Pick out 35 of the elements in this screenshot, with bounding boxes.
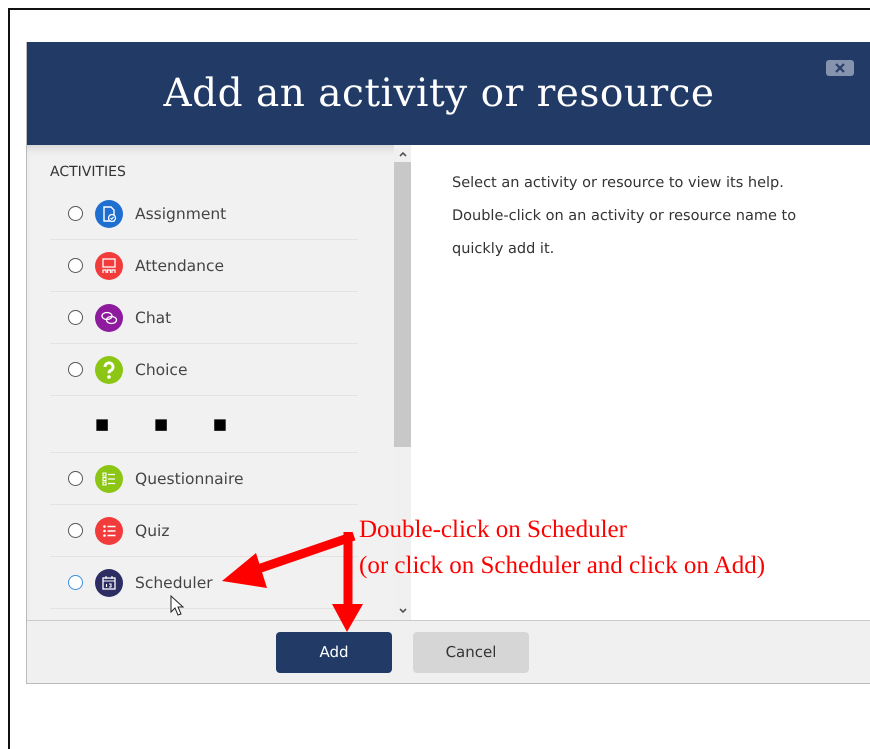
activity-label: Assignment (135, 204, 226, 222)
cancel-button[interactable]: Cancel (413, 632, 529, 672)
activity-label: Scheduler (135, 574, 213, 592)
close-icon (834, 63, 846, 73)
dialog-title: Add an activity or resource (162, 71, 716, 116)
radio-button[interactable] (68, 575, 83, 590)
annotation-text: (or click on Scheduler and click on Add) (359, 551, 766, 581)
radio-button[interactable] (68, 471, 83, 486)
activity-label: Quiz (135, 522, 170, 540)
radio-button[interactable] (68, 310, 83, 325)
radio-button[interactable] (68, 523, 83, 538)
help-text: Select an activity or resource to view its help. (452, 174, 785, 193)
activity-label: Chat (135, 308, 172, 326)
mouse-cursor-icon (170, 594, 184, 616)
omission-marks: ■ ■ ■ (95, 415, 228, 433)
radio-button[interactable] (68, 362, 83, 377)
activity-label: Choice (135, 360, 188, 378)
add-button[interactable]: Add (276, 632, 392, 672)
activity-option[interactable]: Questionnaire (50, 453, 358, 505)
section-heading: ACTIVITIES (50, 164, 127, 180)
activity-label: Attendance (135, 256, 224, 274)
annotation-text: Double-click on Scheduler (359, 515, 628, 545)
activity-option[interactable]: Chat (50, 292, 358, 344)
radio-button[interactable] (68, 206, 83, 221)
activity-option[interactable]: Attendance (50, 240, 358, 292)
help-text: Double-click on an activity or resource name to quickly add it. (452, 207, 798, 259)
activity-option[interactable]: Choice (50, 344, 358, 396)
scroll-up-icon[interactable] (398, 150, 408, 158)
close-button[interactable] (826, 60, 854, 76)
scrollbar-thumb[interactable] (394, 162, 411, 447)
scroll-down-icon[interactable] (398, 607, 408, 615)
activity-option[interactable]: Assignment (50, 188, 358, 240)
activity-option[interactable]: Quiz (50, 505, 358, 557)
radio-button[interactable] (68, 258, 83, 273)
activity-label: Questionnaire (135, 470, 244, 488)
